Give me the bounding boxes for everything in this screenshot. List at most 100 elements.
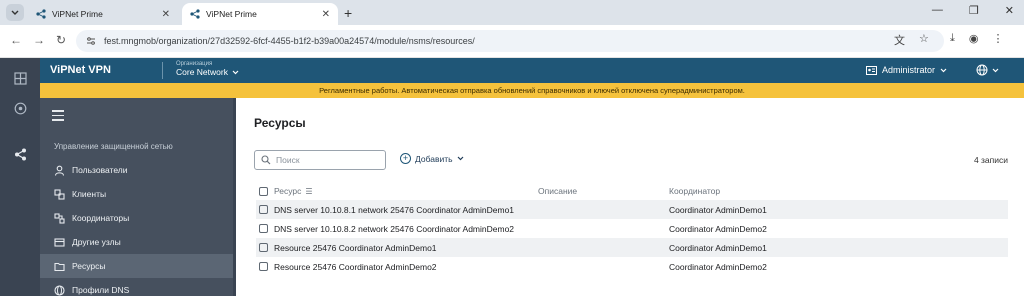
table-row[interactable]: Resource 25476 Coordinator AdminDemo1 Co… — [256, 238, 1008, 257]
org-name-row: Core Network — [176, 67, 239, 77]
table-row[interactable]: Resource 25476 Coordinator AdminDemo2 Co… — [256, 257, 1008, 276]
cell-coordinator: Coordinator AdminDemo1 — [669, 242, 767, 253]
row-checkbox[interactable] — [259, 262, 268, 271]
search-box[interactable] — [254, 150, 386, 170]
sidebar: Управление защищенной сетью Пользователи… — [40, 98, 233, 296]
globe-icon — [53, 284, 65, 296]
new-tab-button[interactable]: + — [344, 5, 352, 21]
sidebar-item-coordinators[interactable]: Координаторы — [40, 206, 233, 230]
browser-tabstrip: ViPNet Prime ✕ ViPNet Prime ✕ + — ❐ ✕ — [0, 0, 1024, 25]
organization-selector[interactable]: Организация Core Network — [176, 61, 239, 77]
close-icon[interactable]: ✕ — [162, 9, 170, 20]
add-button-label: Добавить — [415, 153, 453, 164]
browser-tab[interactable]: ViPNet Prime ✕ — [28, 3, 178, 25]
sidebar-item-label: Другие узлы — [72, 237, 121, 247]
sort-icon[interactable]: ☰ — [305, 187, 312, 196]
sidebar-item-clients[interactable]: Клиенты — [40, 182, 233, 206]
chevron-down-icon — [457, 156, 464, 161]
network-share-icon[interactable] — [12, 146, 28, 162]
cell-coordinator: Coordinator AdminDemo1 — [669, 204, 767, 215]
header-divider — [162, 62, 163, 79]
cell-coordinator: Coordinator AdminDemo2 — [669, 261, 767, 272]
cell-resource: DNS server 10.10.8.1 network 25476 Coord… — [274, 204, 515, 215]
org-name: Core Network — [176, 67, 228, 77]
user-card-icon — [866, 65, 877, 75]
chevron-down-icon — [940, 68, 947, 72]
tab-title: ViPNet Prime — [52, 9, 103, 19]
site-settings-icon[interactable] — [86, 36, 96, 46]
address-bar[interactable]: fest.mngmob/organization/27d32592-6fcf-4… — [76, 30, 944, 52]
clients-icon — [53, 188, 65, 200]
url-text: fest.mngmob/organization/27d32592-6fcf-4… — [104, 36, 475, 46]
share-icon — [190, 9, 200, 19]
main-content: Ресурсы + Добавить 4 записи Ресурс ☰ Опи… — [233, 98, 1024, 296]
browser-toolbar: ← → ↻ fest.mngmob/organization/27d32592-… — [0, 25, 1024, 58]
share-icon — [36, 9, 46, 19]
app-brand: ViPNet VPN — [50, 64, 111, 76]
restore-icon[interactable]: ❐ — [969, 4, 979, 17]
download-icon[interactable]: ⤓ — [950, 32, 955, 45]
page-title: Ресурсы — [254, 116, 306, 130]
table-row[interactable]: DNS server 10.10.8.2 network 25476 Coord… — [256, 219, 1008, 238]
reload-icon[interactable]: ↻ — [56, 33, 66, 47]
search-input[interactable] — [276, 155, 376, 165]
sidebar-item-label: Пользователи — [72, 165, 128, 175]
column-label: Ресурс — [274, 186, 302, 196]
plus-circle-icon: + — [400, 153, 411, 164]
sidebar-item-label: Клиенты — [72, 189, 107, 199]
row-checkbox[interactable] — [259, 205, 268, 214]
minimize-icon[interactable]: — — [932, 4, 943, 17]
more-menu-icon[interactable]: ⋮ — [992, 32, 1003, 45]
search-icon — [261, 155, 271, 165]
forward-icon[interactable]: → — [33, 33, 45, 47]
chevron-down-icon — [11, 10, 19, 15]
column-header-coordinator[interactable]: Координатор — [669, 186, 999, 196]
coordinators-icon — [53, 212, 65, 224]
row-checkbox[interactable] — [259, 224, 268, 233]
tab-title: ViPNet Prime — [206, 9, 257, 19]
sidebar-menu: Пользователи Клиенты Координаторы Другие… — [40, 158, 233, 296]
user-menu[interactable]: Administrator — [866, 65, 947, 75]
row-checkbox[interactable] — [259, 243, 268, 252]
user-icon — [53, 164, 65, 176]
resources-table: Ресурс ☰ Описание Координатор DNS server… — [256, 182, 1008, 276]
profile-icon[interactable]: ◉ — [969, 32, 979, 45]
add-button[interactable]: + Добавить — [400, 153, 464, 164]
folder-icon — [53, 260, 65, 272]
chevron-down-icon — [232, 70, 239, 74]
close-window-icon[interactable]: ✕ — [1005, 4, 1014, 17]
chevron-down-icon — [992, 68, 999, 72]
tab-search-button[interactable] — [6, 4, 24, 21]
translate-icon[interactable]: ⽂ — [894, 32, 905, 48]
table-row[interactable]: DNS server 10.10.8.1 network 25476 Coord… — [256, 200, 1008, 219]
apps-grid-icon[interactable] — [12, 70, 28, 86]
sidebar-item-dns-profiles[interactable]: Профили DNS — [40, 278, 233, 296]
globe-icon — [976, 64, 988, 76]
cell-resource: DNS server 10.10.8.2 network 25476 Coord… — [274, 223, 515, 234]
sidebar-item-users[interactable]: Пользователи — [40, 158, 233, 182]
language-selector[interactable] — [976, 64, 999, 76]
app-header: ViPNet VPN Организация Core Network Admi… — [40, 58, 1024, 83]
sidebar-item-label: Координаторы — [72, 213, 130, 223]
table-header: Ресурс ☰ Описание Координатор — [256, 182, 1008, 200]
sidebar-item-resources[interactable]: Ресурсы — [40, 254, 233, 278]
cell-resource: Resource 25476 Coordinator AdminDemo1 — [274, 242, 437, 253]
browser-tab-active[interactable]: ViPNet Prime ✕ — [182, 3, 338, 25]
sidebar-item-label: Профили DNS — [72, 285, 130, 295]
record-count: 4 записи — [973, 155, 1008, 165]
column-header-description[interactable]: Описание — [538, 186, 669, 196]
hamburger-menu-icon[interactable] — [52, 110, 64, 124]
close-icon[interactable]: ✕ — [322, 9, 330, 20]
dashboard-icon[interactable] — [12, 100, 28, 116]
sidebar-item-label: Ресурсы — [72, 261, 106, 271]
window-controls: — ❐ ✕ — [932, 4, 1014, 17]
sidebar-item-other-nodes[interactable]: Другие узлы — [40, 230, 233, 254]
back-icon[interactable]: ← — [10, 33, 22, 47]
app-rail — [0, 58, 40, 296]
bookmark-star-icon[interactable]: ☆ — [919, 32, 929, 48]
cell-coordinator: Coordinator AdminDemo2 — [669, 223, 767, 234]
toolbar-extras: ⤓ ◉ ⋮ — [950, 32, 1003, 45]
select-all-checkbox[interactable] — [259, 186, 268, 196]
user-name: Administrator — [882, 65, 936, 75]
column-header-resource[interactable]: Ресурс ☰ — [274, 186, 538, 196]
